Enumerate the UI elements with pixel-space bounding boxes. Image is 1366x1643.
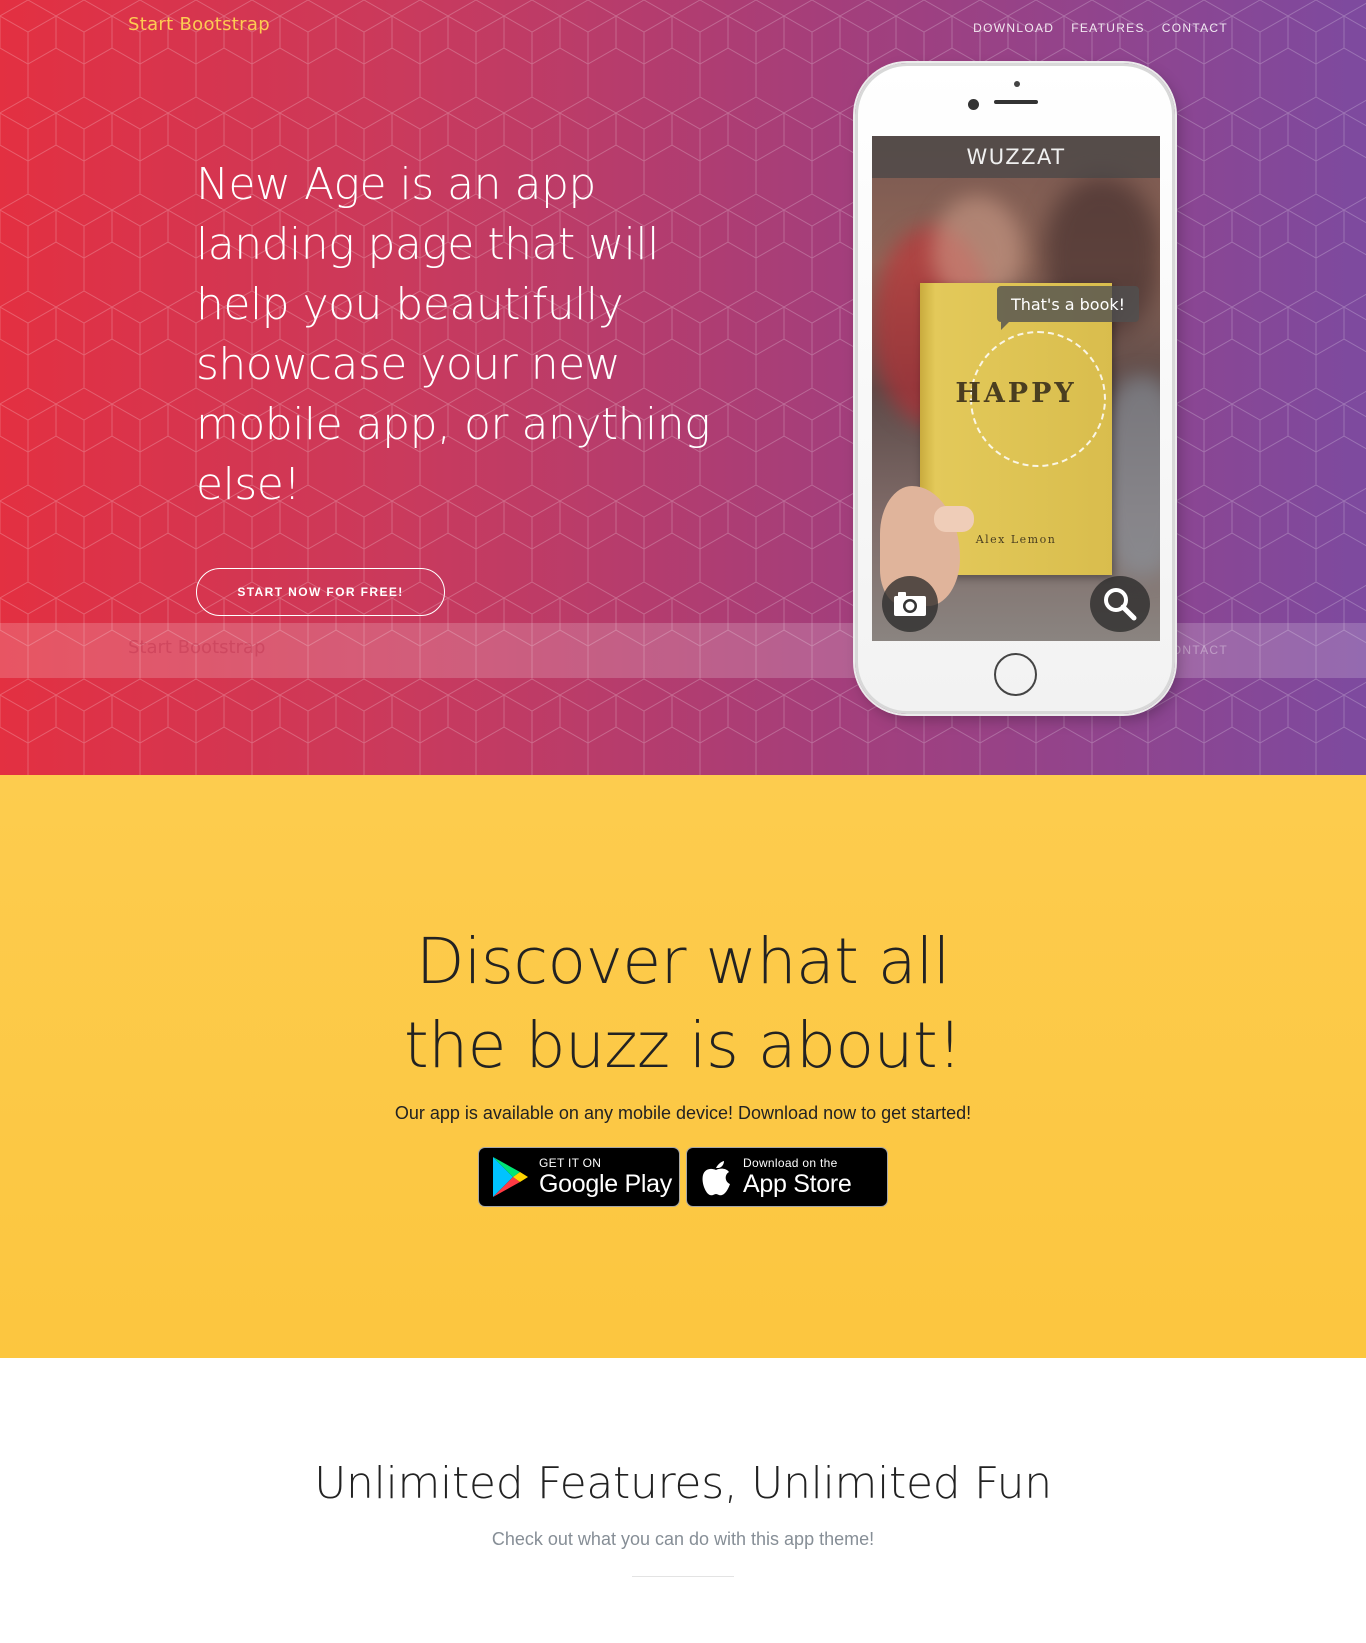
search-button[interactable]: [1090, 576, 1150, 632]
masthead: Start Bootstrap Download Features Contac…: [0, 0, 1366, 775]
nav-link-download[interactable]: Download: [973, 21, 1054, 35]
phone-screen: WUZZAT HAPPY Alex Lemon That's a book!: [872, 136, 1160, 641]
start-now-button[interactable]: Start Now for Free!: [196, 568, 445, 616]
google-play-big-text: Google Play: [539, 1170, 672, 1198]
phone-mockup: WUZZAT HAPPY Alex Lemon That's a book!: [855, 63, 1175, 714]
camera-icon: [894, 592, 926, 616]
google-play-label: GET IT ON Google Play: [539, 1156, 672, 1198]
speech-bubble: That's a book!: [997, 286, 1139, 322]
magnifier-icon: [1104, 588, 1137, 621]
app-title: WUZZAT: [966, 145, 1066, 169]
app-title-bar: WUZZAT: [872, 136, 1160, 178]
nav-link-features[interactable]: Features: [1071, 21, 1145, 35]
camera-button[interactable]: [882, 576, 938, 632]
phone-sensor: [1014, 81, 1020, 87]
phone-home-button: [994, 653, 1037, 696]
app-store-small-text: Download on the: [743, 1156, 838, 1170]
section-divider: [632, 1576, 734, 1577]
phone-front-camera: [968, 99, 979, 110]
download-subtext: Our app is available on any mobile devic…: [394, 1103, 972, 1123]
ghost-navbar-brand: Start Bootstrap: [128, 637, 266, 658]
features-section: Unlimited Features, Unlimited Fun Check …: [0, 1358, 1366, 1643]
nav-link-contact[interactable]: Contact: [1162, 21, 1228, 35]
store-badges: GET IT ON Google Play Download on the Ap…: [478, 1147, 888, 1207]
app-store-label: Download on the App Store: [743, 1156, 852, 1198]
navbar-brand[interactable]: Start Bootstrap: [128, 14, 270, 35]
navbar-links: Download Features Contact: [973, 21, 1228, 35]
main-navbar: Start Bootstrap Download Features Contac…: [0, 0, 1366, 54]
features-heading: Unlimited Features, Unlimited Fun: [314, 1458, 1052, 1509]
features-subtext: Check out what you can do with this app …: [491, 1529, 875, 1549]
app-store-badge[interactable]: Download on the App Store: [686, 1147, 888, 1207]
app-store-big-text: App Store: [743, 1170, 852, 1198]
download-heading-text: Discover what all the buzz is about!: [404, 925, 962, 1082]
apple-icon: [702, 1161, 730, 1196]
google-play-small-text: GET IT ON: [539, 1156, 602, 1170]
download-section: Discover what all the buzz is about! Our…: [0, 775, 1366, 1358]
phone-speaker: [994, 100, 1038, 104]
google-play-icon: [493, 1157, 528, 1197]
speech-bubble-tail: [1001, 322, 1009, 330]
download-heading: Discover what all the buzz is about!: [0, 920, 1366, 1088]
book-title: HAPPY: [955, 378, 1077, 409]
google-play-badge[interactable]: GET IT ON Google Play: [478, 1147, 680, 1207]
thumb-illustration: [934, 506, 974, 532]
hero-headline: New Age is an app landing page that will…: [196, 159, 711, 510]
